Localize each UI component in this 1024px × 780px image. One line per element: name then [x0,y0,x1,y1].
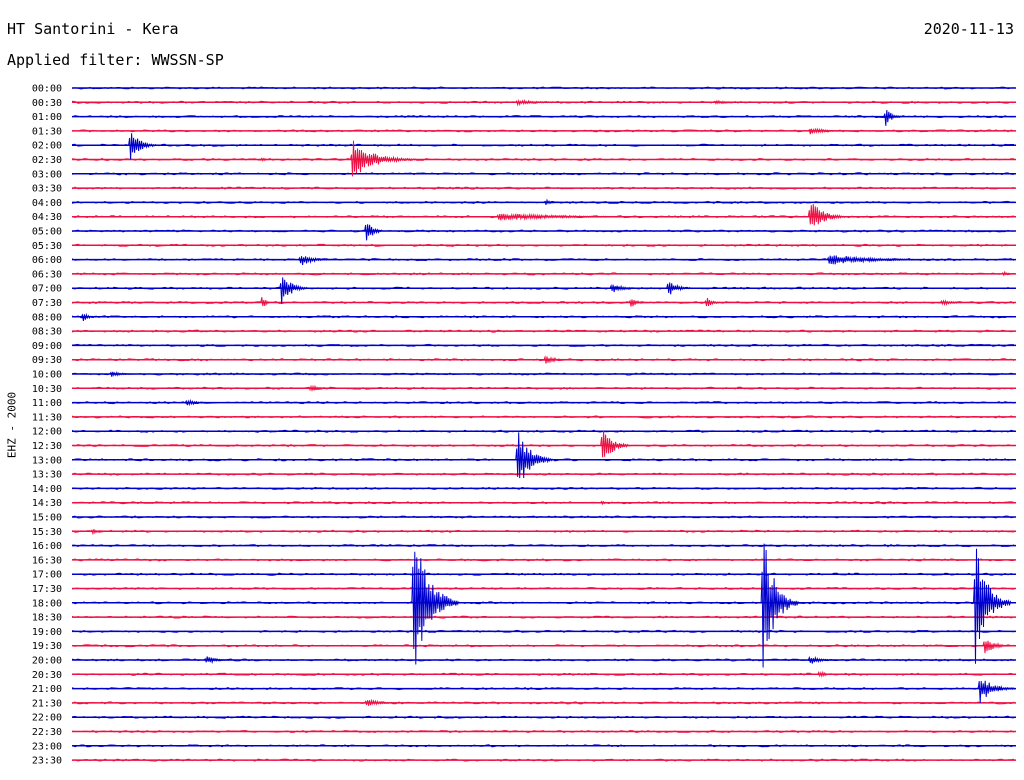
seismic-event [807,127,846,135]
row-time-label: 21:30 [32,698,62,709]
seismic-event [80,312,100,321]
trace-noise [71,329,1015,333]
row-time-label: 07:00 [32,284,62,295]
row-time-label: 21:00 [32,684,62,695]
row-time-label: 07:30 [32,298,62,309]
seismic-event [109,371,138,377]
row-time-label: 00:00 [32,84,62,95]
row-time-label: 09:00 [32,341,62,352]
row-time-label: 10:30 [32,384,62,395]
seismic-event [600,430,630,458]
row-time-label: 19:30 [32,641,62,652]
seismic-event [817,670,836,678]
row-time-label: 13:00 [32,455,62,466]
row-time-label: 09:30 [32,355,62,366]
row-time-label: 14:30 [32,498,62,509]
seismic-event [298,256,336,265]
row-time-label: 15:00 [32,513,62,524]
row-time-label: 20:30 [32,670,62,681]
seismic-event [184,398,214,407]
row-time-label: 04:00 [32,198,62,209]
row-time-label: 23:30 [32,756,62,767]
seismic-event [279,277,309,304]
row-time-label: 03:00 [32,169,62,180]
row-time-label: 18:00 [32,598,62,609]
row-time-label: 10:00 [32,370,62,381]
row-time-label: 11:00 [32,398,62,409]
row-time-label: 01:30 [32,126,62,137]
seismic-event [704,297,723,307]
trace-noise [71,286,1015,290]
row-time-label: 01:00 [32,112,62,123]
seismic-event [543,198,563,205]
row-time-label: 11:30 [32,412,62,423]
row-time-label: 20:00 [32,656,62,667]
seismic-event [260,297,271,307]
seismic-event [666,282,695,295]
row-time-label: 00:30 [32,98,62,109]
row-time-label: 17:00 [32,570,62,581]
seismic-event [411,551,460,665]
row-time-label: 17:30 [32,584,62,595]
row-time-label: 13:30 [32,470,62,481]
row-time-label: 22:00 [32,713,62,724]
seismic-event [260,157,270,162]
row-time-label: 22:30 [32,727,62,738]
row-time-label: 15:30 [32,527,62,538]
trace-noise [71,744,1015,748]
row-time-label: 03:30 [32,184,62,195]
row-time-label: 02:30 [32,155,62,166]
row-time-label: 04:30 [32,212,62,223]
seismic-event [807,204,846,226]
row-time-label: 08:30 [32,327,62,338]
seismic-event [515,432,554,479]
helicorder-plot: 00:00 00:30 01:00 01:30 02:00 02:30 03:00 03:30… [32,84,1016,767]
seismic-event [760,543,799,668]
row-time-label: 05:30 [32,241,62,252]
seismic-event [543,355,573,364]
seismic-event [609,283,639,293]
seismic-event [128,133,157,160]
row-time-label: 14:00 [32,484,62,495]
row-time-label: 12:30 [32,441,62,452]
seismic-event [883,110,903,126]
row-time-label: 06:00 [32,255,62,266]
row-time-label: 16:30 [32,555,62,566]
seismic-event [807,655,837,664]
row-time-label: 08:00 [32,312,62,323]
seismic-event [982,640,1012,654]
row-time-label: 19:00 [32,627,62,638]
row-time-label: 18:30 [32,613,62,624]
seismic-event [496,212,685,221]
row-time-label: 23:00 [32,741,62,752]
row-time-label: 02:00 [32,141,62,152]
seismic-event [364,224,383,241]
seismic-event [940,299,969,307]
row-time-label: 05:00 [32,227,62,238]
row-time-label: 06:30 [32,269,62,280]
seismic-event [977,680,1016,704]
trace-noise [71,629,1015,633]
row-time-label: 16:00 [32,541,62,552]
row-time-label: 12:00 [32,427,62,438]
